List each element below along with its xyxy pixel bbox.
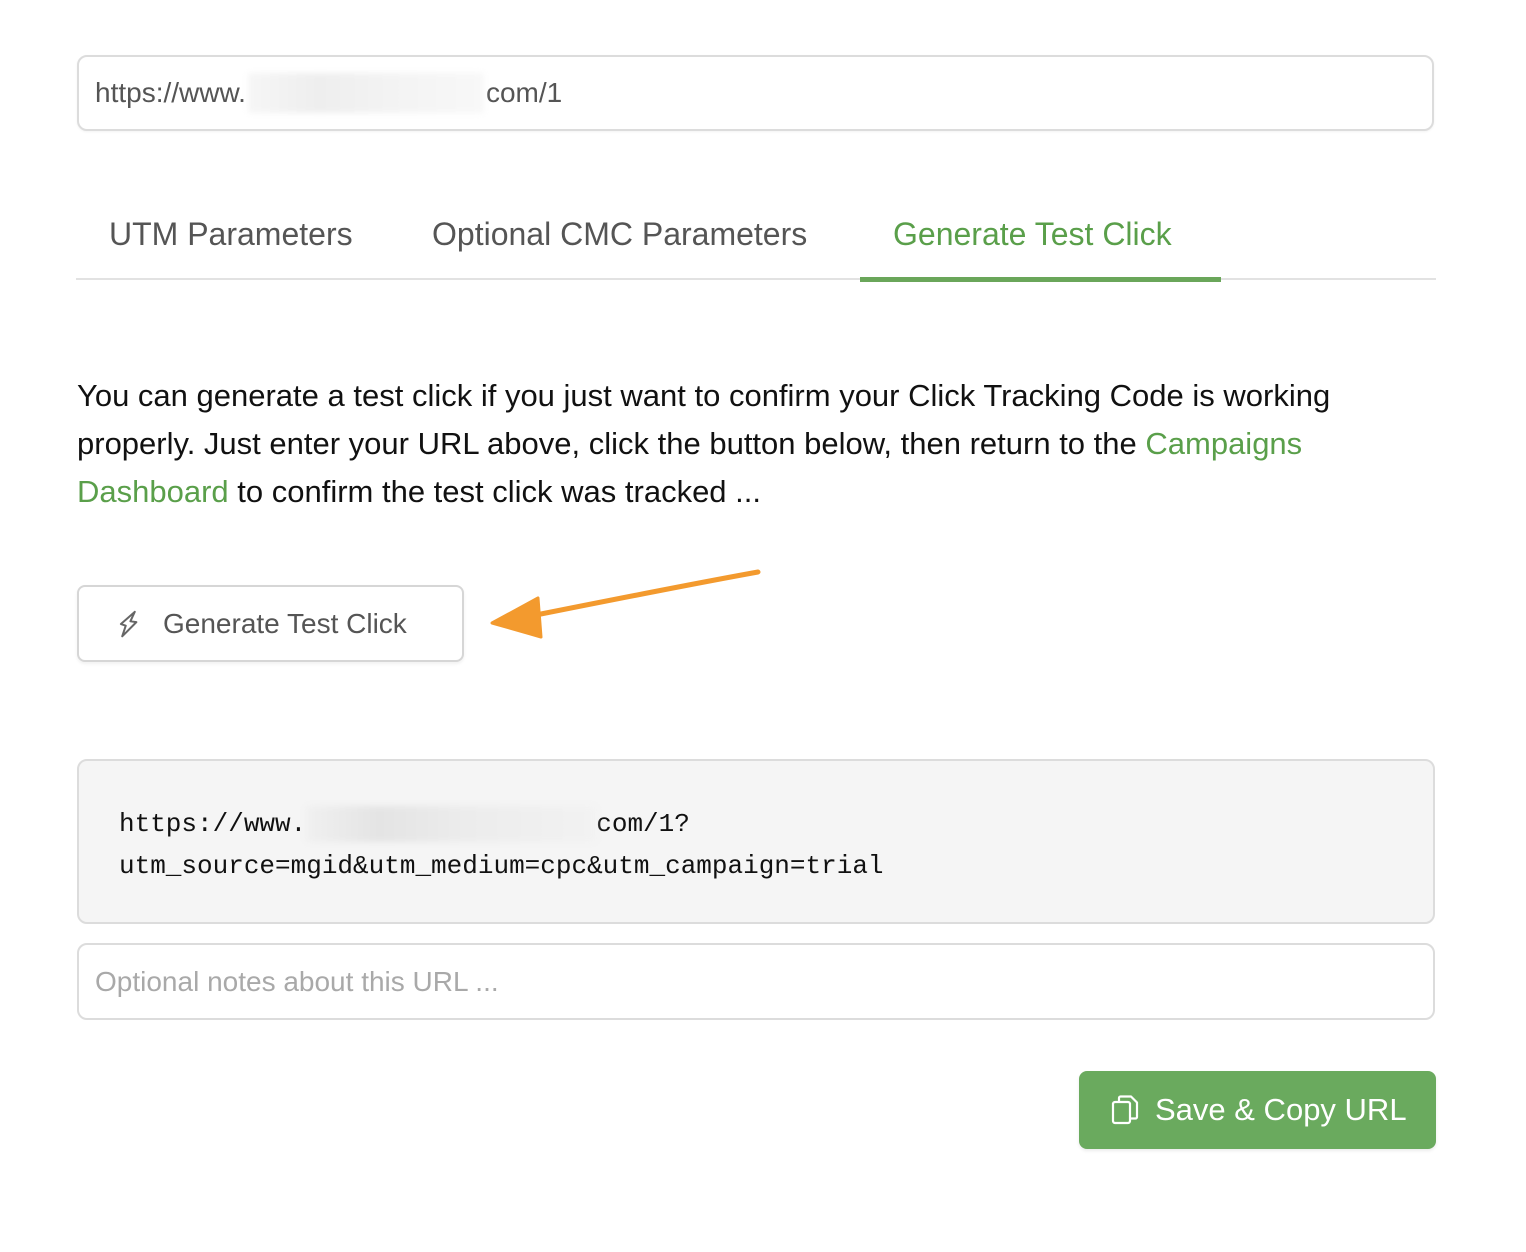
- url-input-prefix: https://www.: [95, 77, 246, 108]
- description-text: You can generate a test click if you jus…: [77, 372, 1437, 516]
- description-text-after: to confirm the test click was tracked ..…: [228, 474, 761, 509]
- save-copy-url-button[interactable]: Save & Copy URL: [1079, 1071, 1436, 1149]
- url-input-suffix: com/1: [485, 77, 563, 108]
- generated-url-suffix: com/1?: [596, 809, 690, 839]
- tab-utm-parameters[interactable]: UTM Parameters: [76, 190, 386, 278]
- generated-url-prefix: https://www.: [119, 809, 307, 839]
- save-copy-url-label: Save & Copy URL: [1155, 1092, 1407, 1127]
- redacted-domain: [247, 73, 484, 113]
- redacted-domain: [306, 806, 597, 843]
- arrow-icon: [490, 569, 761, 639]
- copy-icon: [1111, 1095, 1139, 1125]
- generated-url-box: https://www. com/1? utm_source=mgid&utm_m…: [77, 759, 1435, 924]
- rocket-icon: [119, 610, 138, 637]
- generated-url-params: utm_source=mgid&utm_medium=cpc&utm_campa…: [119, 851, 884, 881]
- notes-input[interactable]: [77, 943, 1435, 1020]
- url-input[interactable]: https://www. com/1: [77, 55, 1434, 131]
- generated-url-line-1: https://www. com/1?: [119, 803, 1393, 845]
- generate-test-click-button[interactable]: Generate Test Click: [77, 585, 464, 662]
- tab-generate-test-click[interactable]: Generate Test Click: [860, 190, 1221, 282]
- tab-optional-cmc-parameters[interactable]: Optional CMC Parameters: [399, 190, 840, 278]
- tab-bar: UTM Parameters Optional CMC Parameters G…: [76, 190, 1436, 282]
- generate-test-click-label: Generate Test Click: [163, 607, 407, 639]
- description-text-before: You can generate a test click if you jus…: [77, 378, 1331, 461]
